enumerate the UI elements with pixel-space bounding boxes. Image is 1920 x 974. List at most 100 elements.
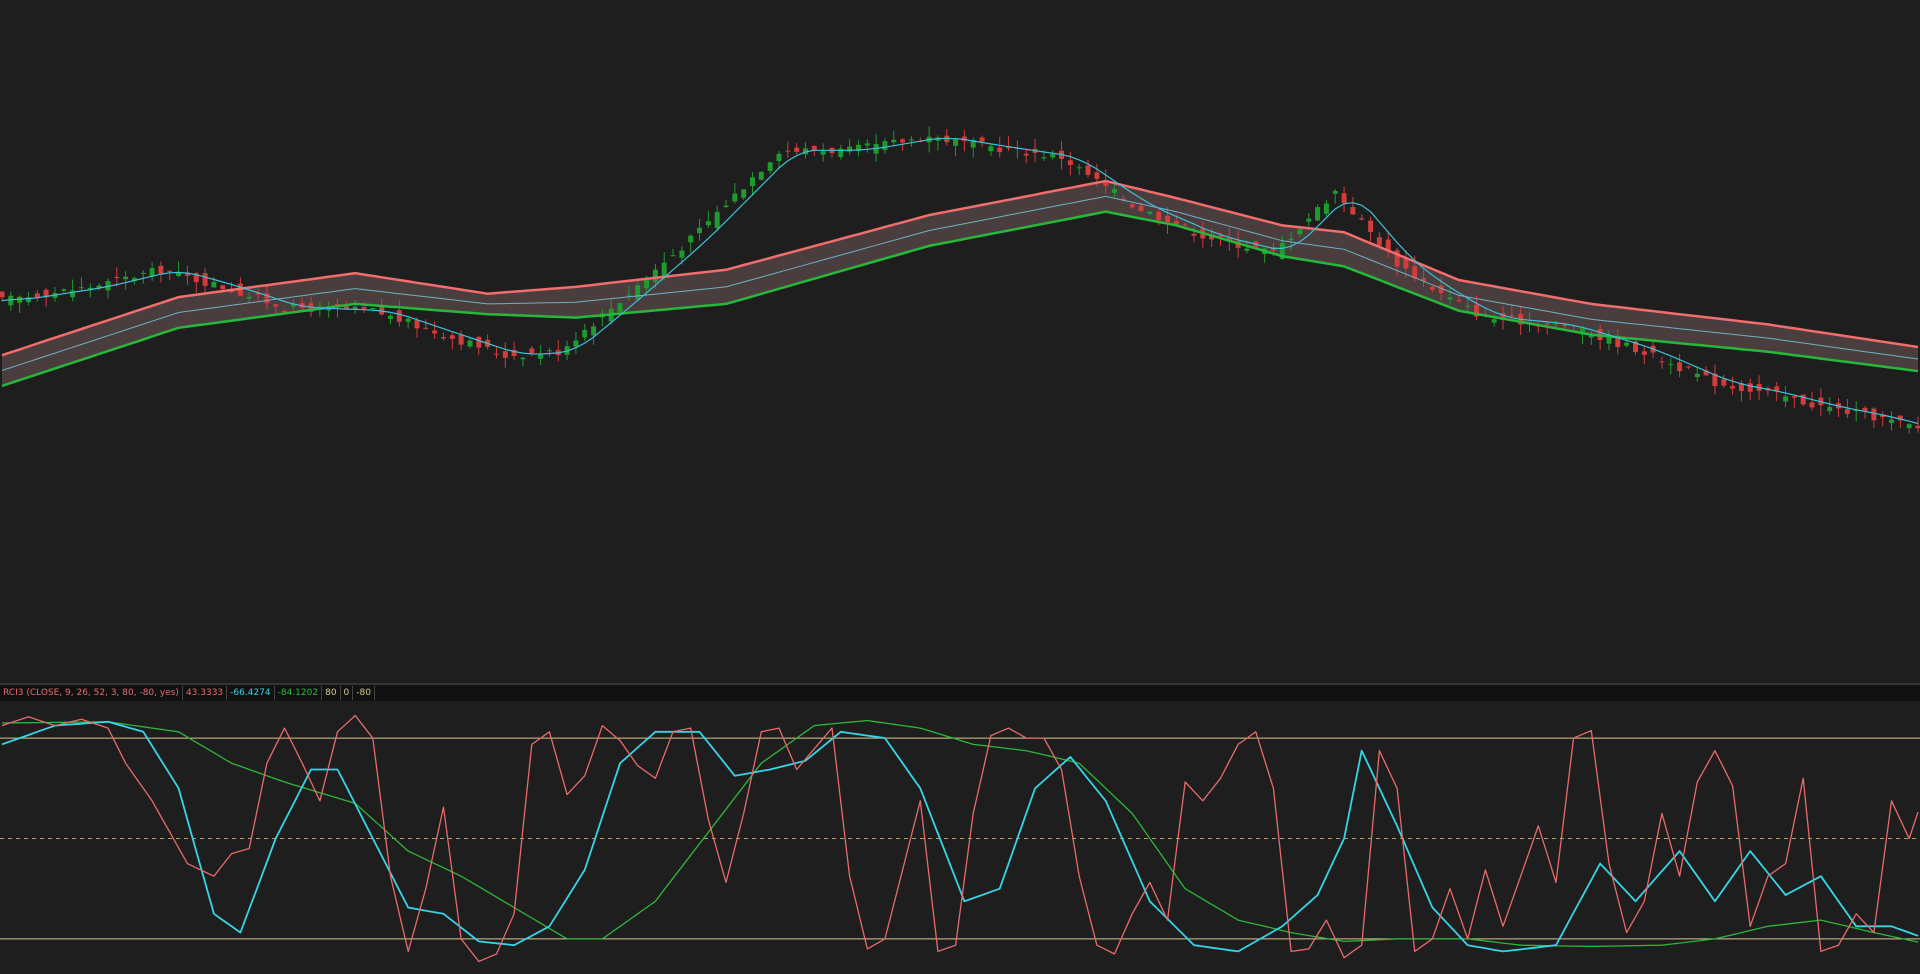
candle-up xyxy=(1076,167,1082,169)
candle-down xyxy=(1677,362,1683,371)
candle-up xyxy=(1889,419,1894,423)
candle-up xyxy=(546,350,552,352)
candle-down xyxy=(476,336,482,348)
candle-up xyxy=(1041,157,1047,159)
candle-up xyxy=(714,211,720,228)
candle-up xyxy=(538,354,544,359)
candle-up xyxy=(1668,363,1674,365)
candle-up xyxy=(211,282,217,288)
candle-down xyxy=(167,270,173,272)
envelope-band-fill xyxy=(2,181,1918,386)
candle-up xyxy=(1306,218,1312,222)
candle-down xyxy=(432,330,438,334)
candle-up xyxy=(626,294,632,296)
candle-up xyxy=(953,138,959,146)
candle-down xyxy=(273,304,279,307)
candle-down xyxy=(997,147,1003,152)
candle-up xyxy=(1906,424,1912,428)
candle-up xyxy=(635,285,641,300)
candle-down xyxy=(414,320,420,329)
upper-level-value: 80 xyxy=(321,686,339,700)
candle-up xyxy=(8,295,14,306)
candle-down xyxy=(361,306,367,309)
candle-down xyxy=(220,285,226,290)
candle-up xyxy=(1827,407,1833,411)
candle-up xyxy=(405,318,411,322)
candle-up xyxy=(882,141,888,151)
candle-down xyxy=(1376,237,1382,246)
candle-up xyxy=(1288,238,1294,241)
candle-up xyxy=(1491,319,1497,323)
rci-long-value: -84.1202 xyxy=(273,686,321,700)
candle-down xyxy=(1359,218,1365,220)
candle-up xyxy=(705,221,711,226)
candle-down xyxy=(423,327,429,329)
candle-up xyxy=(1624,342,1630,346)
candle-up xyxy=(246,296,252,299)
candle-down xyxy=(1747,383,1753,392)
candle-down xyxy=(1085,165,1091,175)
candle-up xyxy=(1694,373,1700,377)
candle-up xyxy=(79,287,84,289)
price-chart[interactable] xyxy=(0,0,1920,683)
candle-down xyxy=(1809,402,1815,408)
candle-down xyxy=(1456,300,1462,302)
candle-up xyxy=(723,205,729,207)
candle-down xyxy=(1138,205,1144,211)
candle-up xyxy=(388,315,393,319)
candles xyxy=(0,126,1920,434)
study-title[interactable]: RCI3 (CLOSE, 9, 26, 52, 3, 80, -80, yes) xyxy=(0,686,182,700)
candle-down xyxy=(1023,153,1029,156)
candle-down xyxy=(1067,160,1073,165)
candle-down xyxy=(1429,286,1435,290)
candle-down xyxy=(1844,409,1850,414)
candle-down xyxy=(1862,407,1868,411)
candle-down xyxy=(529,348,535,354)
candle-down xyxy=(1685,366,1691,368)
candle-up xyxy=(123,276,129,280)
candle-down xyxy=(494,353,499,355)
candle-up xyxy=(1783,396,1789,402)
candle-down xyxy=(1341,193,1347,203)
candle-down xyxy=(785,150,791,152)
candle-up xyxy=(820,151,826,155)
candle-up xyxy=(467,340,473,347)
candle-up xyxy=(1147,211,1153,214)
candle-up xyxy=(652,269,658,282)
candle-up xyxy=(1588,335,1594,338)
oscillator-chart[interactable] xyxy=(0,701,1920,974)
rci-middle-value: -66.4274 xyxy=(226,686,273,700)
candle-up xyxy=(317,305,323,307)
candle-up xyxy=(988,146,994,152)
candle-up xyxy=(908,139,914,141)
candle-down xyxy=(449,335,455,339)
candle-up xyxy=(758,171,764,180)
candle-down xyxy=(282,311,287,312)
candle-down xyxy=(1915,425,1920,429)
candle-up xyxy=(741,189,747,198)
lower-level-value: -80 xyxy=(352,686,375,700)
candle-down xyxy=(1129,204,1135,208)
candle-up xyxy=(864,143,870,146)
candle-down xyxy=(1730,385,1736,389)
candle-down xyxy=(1659,361,1665,363)
candle-up xyxy=(891,139,897,143)
candle-up xyxy=(140,272,146,274)
zero-level-value: 0 xyxy=(339,686,353,700)
candle-down xyxy=(1871,408,1877,421)
candle-up xyxy=(617,303,623,312)
candle-up xyxy=(1112,189,1117,193)
candle-up xyxy=(1465,305,1471,307)
candle-down xyxy=(396,310,402,322)
candle-up xyxy=(697,227,702,233)
candle-up xyxy=(591,326,597,336)
candle-up xyxy=(1332,190,1338,194)
candle-up xyxy=(70,290,76,298)
candle-down xyxy=(1368,220,1374,232)
candle-down xyxy=(1412,266,1418,279)
candle-down xyxy=(502,351,508,358)
candle-down xyxy=(1182,224,1188,226)
candle-down xyxy=(441,337,446,339)
candle-up xyxy=(750,177,755,186)
candle-down xyxy=(1544,323,1550,325)
